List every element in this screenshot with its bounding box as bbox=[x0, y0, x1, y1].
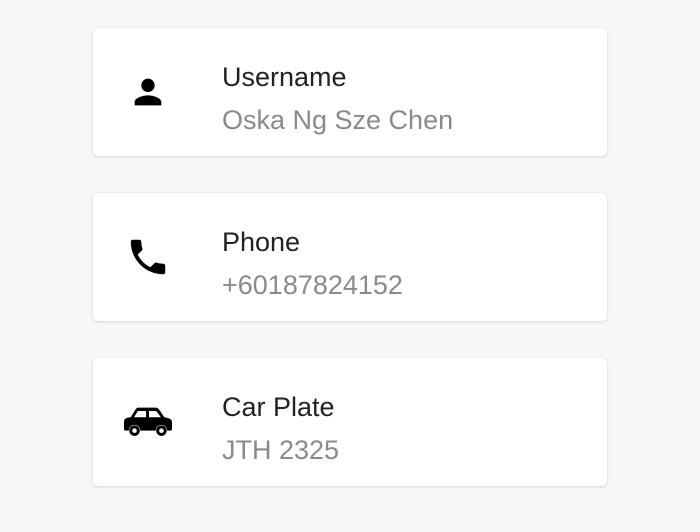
phone-value: +60187824152 bbox=[222, 270, 403, 300]
car-plate-value: JTH 2325 bbox=[222, 435, 340, 465]
username-text: Username Oska Ng Sze Chen bbox=[222, 61, 453, 136]
phone-label: Phone bbox=[222, 227, 301, 257]
car-plate-label: Car Plate bbox=[222, 392, 335, 422]
car-plate-card[interactable]: Car Plate JTH 2325 bbox=[93, 358, 607, 486]
profile-info-list: Username Oska Ng Sze Chen Phone +6018782… bbox=[93, 28, 607, 523]
username-value: Oska Ng Sze Chen bbox=[222, 105, 454, 135]
phone-icon bbox=[123, 232, 173, 282]
car-icon bbox=[123, 397, 173, 447]
car-plate-text: Car Plate JTH 2325 bbox=[222, 391, 339, 466]
phone-text: Phone +60187824152 bbox=[222, 226, 403, 301]
person-icon bbox=[123, 67, 173, 117]
username-card[interactable]: Username Oska Ng Sze Chen bbox=[93, 28, 607, 156]
phone-card[interactable]: Phone +60187824152 bbox=[93, 193, 607, 321]
username-label: Username bbox=[222, 62, 347, 92]
